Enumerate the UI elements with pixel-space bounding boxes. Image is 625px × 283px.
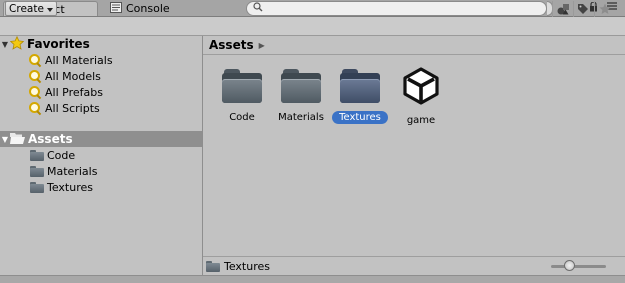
folder-icon — [222, 69, 262, 103]
asset-folder-textures[interactable]: Textures — [328, 55, 392, 124]
filter-by-type-icon[interactable] — [554, 1, 572, 16]
tab-console-label: Console — [126, 2, 170, 15]
search-icon — [28, 53, 42, 67]
asset-folder-code[interactable]: Code — [210, 55, 274, 124]
tree-item-label: All Prefabs — [45, 85, 103, 99]
tab-console[interactable]: Console — [104, 1, 184, 16]
tree-item-all-materials[interactable]: All Materials — [0, 52, 202, 68]
asset-label: game — [406, 115, 436, 126]
folder-icon — [30, 149, 44, 161]
search-icon — [28, 69, 42, 83]
tree-item-materials[interactable]: Materials — [0, 163, 202, 179]
expand-arrow-icon[interactable]: ▼ — [0, 40, 10, 49]
asset-label: Code — [229, 112, 255, 123]
folder-open-icon — [10, 132, 25, 147]
tree-item-code[interactable]: Code — [0, 147, 202, 163]
tree-item-label: Textures — [47, 180, 93, 194]
tree-assets[interactable]: ▼ Assets — [0, 131, 202, 147]
tree-item-label: All Materials — [45, 53, 113, 67]
folder-icon — [340, 69, 380, 103]
tree-favorites-label: Favorites — [27, 37, 90, 51]
search-icon — [28, 85, 42, 99]
tree-item-label: All Models — [45, 69, 101, 83]
asset-label: Materials — [278, 112, 324, 123]
asset-folder-materials[interactable]: Materials — [269, 55, 333, 124]
search-icon — [28, 101, 42, 115]
tree-item-all-models[interactable]: All Models — [0, 68, 202, 84]
folder-icon — [30, 181, 44, 193]
console-icon — [110, 1, 122, 16]
expand-arrow-icon[interactable]: ▼ — [0, 135, 10, 144]
search-input[interactable] — [267, 3, 527, 14]
toolbar-divider — [552, 1, 553, 17]
dropdown-arrow-icon — [46, 3, 53, 15]
tree-item-label: All Scripts — [45, 101, 100, 115]
breadcrumb: Assets ▶ — [203, 36, 625, 55]
project-toolbar — [0, 17, 625, 36]
tree-item-textures[interactable]: Textures — [0, 179, 202, 195]
tree-item-label: Code — [47, 148, 76, 162]
folder-icon — [206, 260, 220, 272]
breadcrumb-item-assets[interactable]: Assets — [209, 38, 254, 52]
search-field[interactable] — [246, 1, 547, 16]
zoom-slider-thumb[interactable] — [564, 260, 575, 271]
star-icon[interactable] — [596, 1, 614, 16]
tree-item-all-scripts[interactable]: All Scripts — [0, 100, 202, 116]
create-button-label: Create — [9, 2, 44, 15]
asset-label-selected: Textures — [332, 111, 388, 124]
tree-item-all-prefabs[interactable]: All Prefabs — [0, 84, 202, 100]
tree-item-label: Materials — [47, 164, 98, 178]
folder-icon — [30, 165, 44, 177]
selected-path-label: Textures — [224, 259, 270, 273]
tree-assets-label: Assets — [28, 132, 73, 146]
unity-logo-icon — [401, 67, 441, 108]
tree-favorites[interactable]: ▼ Favorites — [0, 35, 202, 53]
create-button[interactable]: Create — [5, 1, 57, 16]
filter-by-label-icon[interactable] — [574, 1, 592, 16]
chevron-right-icon[interactable]: ▶ — [259, 41, 265, 50]
star-icon — [9, 35, 25, 53]
folder-icon — [281, 69, 321, 103]
search-icon — [253, 2, 263, 15]
zoom-slider-track[interactable] — [551, 265, 606, 268]
toolbar-divider — [594, 1, 595, 17]
asset-scene-game[interactable]: game — [389, 55, 453, 127]
